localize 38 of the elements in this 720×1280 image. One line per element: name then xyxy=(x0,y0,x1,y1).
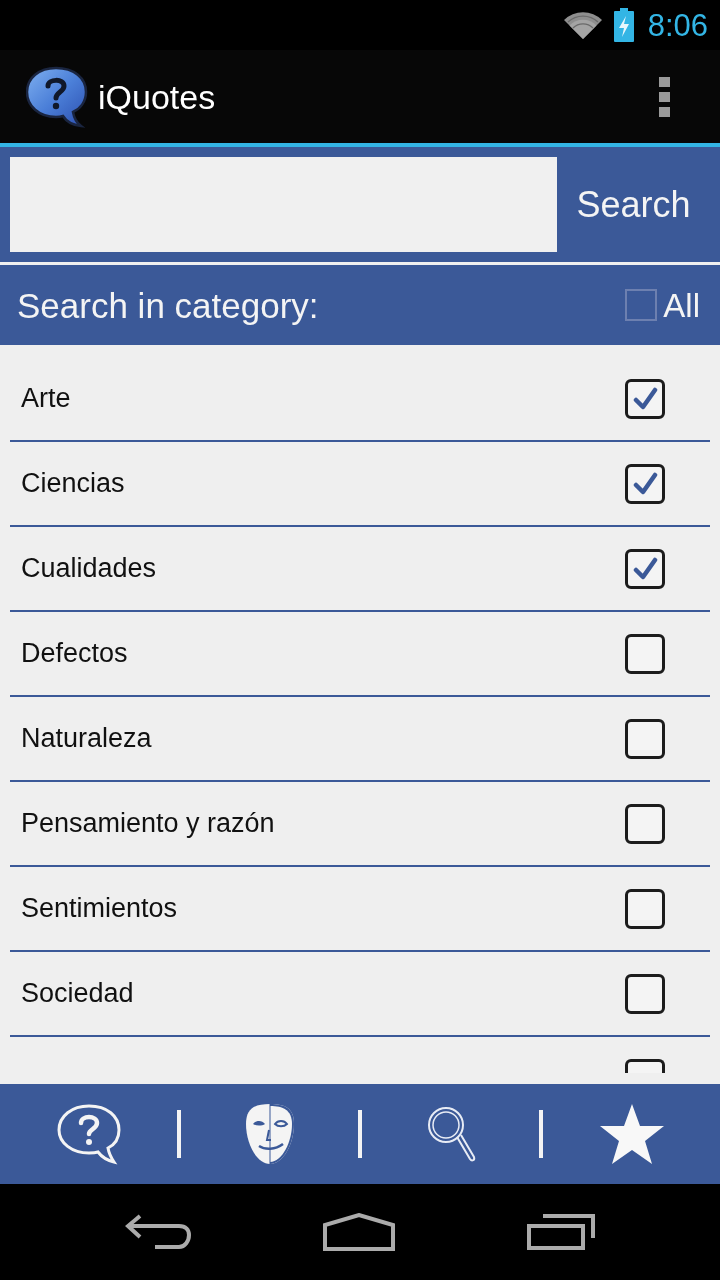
checkbox[interactable] xyxy=(625,378,665,419)
check-icon xyxy=(632,556,658,581)
checkbox[interactable] xyxy=(625,463,665,504)
search-button[interactable]: Search xyxy=(557,157,710,252)
back-icon[interactable] xyxy=(125,1214,191,1250)
all-checkbox[interactable] xyxy=(625,289,658,321)
wifi-icon xyxy=(563,11,602,39)
category-label: Pensamiento y razón xyxy=(21,810,275,837)
app-logo-icon[interactable] xyxy=(26,65,88,128)
home-icon[interactable] xyxy=(323,1213,395,1251)
category-label: Arte xyxy=(21,385,71,412)
category-label: Naturaleza xyxy=(21,725,152,752)
search-icon[interactable] xyxy=(425,1105,476,1163)
checkbox[interactable] xyxy=(625,548,665,589)
checkbox[interactable] xyxy=(625,633,665,674)
overflow-menu-icon[interactable] xyxy=(659,76,670,117)
check-icon xyxy=(632,471,658,496)
header-label: Search in category: xyxy=(17,287,319,323)
category-label: Sociedad xyxy=(21,980,134,1007)
battery-charging-icon xyxy=(613,8,634,42)
category-label: Cualidades xyxy=(21,555,157,582)
search-field[interactable] xyxy=(10,157,557,252)
check-icon xyxy=(632,386,658,411)
category-label: Defectos xyxy=(21,640,128,667)
status-time: 8:06 xyxy=(647,9,708,41)
category-label: Sentimientos xyxy=(21,895,178,922)
checkbox[interactable] xyxy=(625,718,665,759)
star-icon[interactable] xyxy=(598,1103,665,1165)
category-label: Ciencias xyxy=(21,470,125,497)
checkbox[interactable] xyxy=(625,803,665,844)
checkbox[interactable] xyxy=(625,973,665,1014)
checkbox[interactable] xyxy=(625,888,665,929)
recents-icon[interactable] xyxy=(527,1214,595,1250)
mask-icon[interactable] xyxy=(244,1102,295,1166)
checkbox[interactable] xyxy=(625,1059,665,1073)
app-title: iQuotes xyxy=(98,79,216,114)
question-bubble-icon[interactable] xyxy=(55,1103,122,1165)
all-label: All xyxy=(663,288,700,322)
